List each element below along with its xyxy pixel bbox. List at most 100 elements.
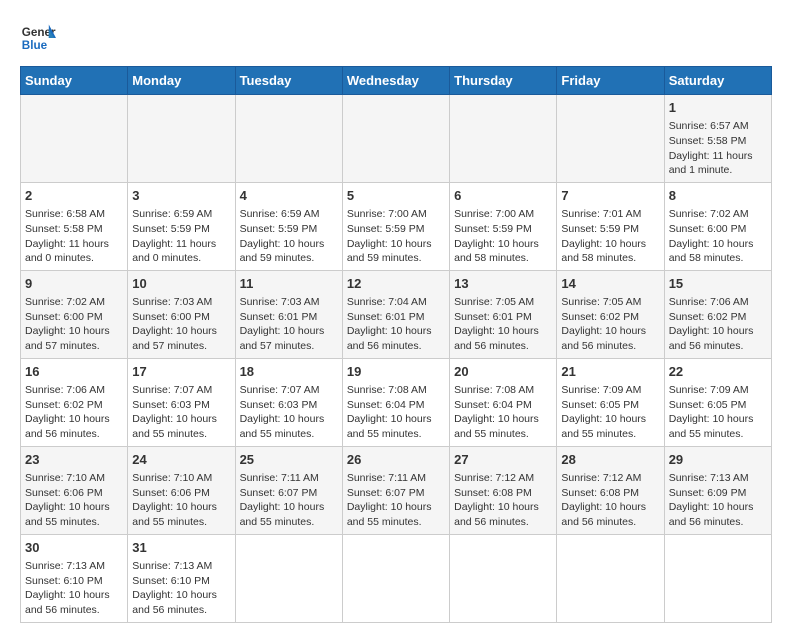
day-info: Sunrise: 7:08 AMSunset: 6:04 PMDaylight:…: [347, 383, 445, 442]
day-info: Sunrise: 7:03 AMSunset: 6:00 PMDaylight:…: [132, 295, 230, 354]
calendar-cell: [450, 95, 557, 183]
calendar-cell: 6 Sunrise: 7:00 AMSunset: 5:59 PMDaylight…: [450, 182, 557, 270]
calendar-cell: [450, 534, 557, 622]
day-number: 1: [669, 99, 767, 117]
calendar-week-3: 9Sunrise: 7:02 AMSunset: 6:00 PMDaylight…: [21, 270, 772, 358]
day-number: 31: [132, 539, 230, 557]
day-number: 10: [132, 275, 230, 293]
col-thursday: Thursday: [450, 67, 557, 95]
calendar-cell: 26Sunrise: 7:11 AMSunset: 6:07 PMDayligh…: [342, 446, 449, 534]
col-tuesday: Tuesday: [235, 67, 342, 95]
calendar-cell: 16Sunrise: 7:06 AMSunset: 6:02 PMDayligh…: [21, 358, 128, 446]
calendar-cell: [128, 95, 235, 183]
day-info: Sunrise: 6:59 AMSunset: 5:59 PMDaylight:…: [240, 207, 338, 266]
day-number: 2: [25, 187, 123, 205]
header: General Blue: [20, 20, 772, 56]
day-info: Sunrise: 7:13 AMSunset: 6:09 PMDaylight:…: [669, 471, 767, 530]
day-info: Sunrise: 7:00 AMSunset: 5:59 PMDaylight:…: [454, 207, 552, 266]
calendar-cell: 29 Sunrise: 7:13 AMSunset: 6:09 PMDayligh…: [664, 446, 771, 534]
day-number: 24: [132, 451, 230, 469]
day-number: 17: [132, 363, 230, 381]
day-number: 13: [454, 275, 552, 293]
day-info: Sunrise: 7:04 AMSunset: 6:01 PMDaylight:…: [347, 295, 445, 354]
day-info: Sunrise: 7:11 AMSunset: 6:07 PMDaylight:…: [347, 471, 445, 530]
day-info: Sunrise: 7:01 AMSunset: 5:59 PMDaylight:…: [561, 207, 659, 266]
day-number: 7: [561, 187, 659, 205]
day-number: 11: [240, 275, 338, 293]
calendar-cell: 2Sunrise: 6:58 AMSunset: 5:58 PMDaylight…: [21, 182, 128, 270]
calendar-cell: 7 Sunrise: 7:01 AMSunset: 5:59 PMDaylight…: [557, 182, 664, 270]
day-info: Sunrise: 6:57 AMSunset: 5:58 PMDaylight:…: [669, 119, 767, 178]
day-info: Sunrise: 7:13 AMSunset: 6:10 PMDaylight:…: [25, 559, 123, 618]
day-number: 12: [347, 275, 445, 293]
calendar-cell: 21 Sunrise: 7:09 AMSunset: 6:05 PMDayligh…: [557, 358, 664, 446]
day-info: Sunrise: 7:06 AMSunset: 6:02 PMDaylight:…: [25, 383, 123, 442]
day-info: Sunrise: 7:12 AMSunset: 6:08 PMDaylight:…: [561, 471, 659, 530]
calendar-cell: 13 Sunrise: 7:05 AMSunset: 6:01 PMDayligh…: [450, 270, 557, 358]
col-monday: Monday: [128, 67, 235, 95]
calendar-cell: [557, 95, 664, 183]
day-number: 5: [347, 187, 445, 205]
calendar-table: Sunday Monday Tuesday Wednesday Thursday…: [20, 66, 772, 623]
day-number: 18: [240, 363, 338, 381]
col-friday: Friday: [557, 67, 664, 95]
day-info: Sunrise: 7:09 AMSunset: 6:05 PMDaylight:…: [669, 383, 767, 442]
calendar-cell: [235, 534, 342, 622]
header-row: Sunday Monday Tuesday Wednesday Thursday…: [21, 67, 772, 95]
day-number: 22: [669, 363, 767, 381]
calendar-cell: 11 Sunrise: 7:03 AMSunset: 6:01 PMDayligh…: [235, 270, 342, 358]
day-info: Sunrise: 7:13 AMSunset: 6:10 PMDaylight:…: [132, 559, 230, 618]
calendar-cell: 22 Sunrise: 7:09 AMSunset: 6:05 PMDayligh…: [664, 358, 771, 446]
day-number: 19: [347, 363, 445, 381]
calendar-cell: 25Sunrise: 7:11 AMSunset: 6:07 PMDayligh…: [235, 446, 342, 534]
day-info: Sunrise: 7:11 AMSunset: 6:07 PMDaylight:…: [240, 471, 338, 530]
calendar-cell: [557, 534, 664, 622]
day-info: Sunrise: 7:05 AMSunset: 6:01 PMDaylight:…: [454, 295, 552, 354]
day-number: 21: [561, 363, 659, 381]
day-info: Sunrise: 7:07 AMSunset: 6:03 PMDaylight:…: [240, 383, 338, 442]
day-info: Sunrise: 7:12 AMSunset: 6:08 PMDaylight:…: [454, 471, 552, 530]
day-number: 14: [561, 275, 659, 293]
day-number: 23: [25, 451, 123, 469]
calendar-cell: 5 Sunrise: 7:00 AMSunset: 5:59 PMDaylight…: [342, 182, 449, 270]
day-info: Sunrise: 7:03 AMSunset: 6:01 PMDaylight:…: [240, 295, 338, 354]
day-info: Sunrise: 7:08 AMSunset: 6:04 PMDaylight:…: [454, 383, 552, 442]
day-number: 29: [669, 451, 767, 469]
calendar-week-2: 2Sunrise: 6:58 AMSunset: 5:58 PMDaylight…: [21, 182, 772, 270]
calendar-cell: 27 Sunrise: 7:12 AMSunset: 6:08 PMDayligh…: [450, 446, 557, 534]
day-info: Sunrise: 7:07 AMSunset: 6:03 PMDaylight:…: [132, 383, 230, 442]
day-number: 20: [454, 363, 552, 381]
calendar-cell: 14 Sunrise: 7:05 AMSunset: 6:02 PMDayligh…: [557, 270, 664, 358]
col-wednesday: Wednesday: [342, 67, 449, 95]
logo-icon: General Blue: [20, 20, 56, 56]
calendar-cell: 10 Sunrise: 7:03 AMSunset: 6:00 PMDayligh…: [128, 270, 235, 358]
day-number: 27: [454, 451, 552, 469]
day-info: Sunrise: 7:02 AMSunset: 6:00 PMDaylight:…: [669, 207, 767, 266]
day-number: 28: [561, 451, 659, 469]
day-info: Sunrise: 7:09 AMSunset: 6:05 PMDaylight:…: [561, 383, 659, 442]
day-info: Sunrise: 6:59 AMSunset: 5:59 PMDaylight:…: [132, 207, 230, 266]
calendar-cell: 12 Sunrise: 7:04 AMSunset: 6:01 PMDayligh…: [342, 270, 449, 358]
day-info: Sunrise: 7:00 AMSunset: 5:59 PMDaylight:…: [347, 207, 445, 266]
day-number: 15: [669, 275, 767, 293]
calendar-cell: 4Sunrise: 6:59 AMSunset: 5:59 PMDaylight…: [235, 182, 342, 270]
day-number: 30: [25, 539, 123, 557]
calendar-cell: 30 Sunrise: 7:13 AMSunset: 6:10 PMDayligh…: [21, 534, 128, 622]
calendar-week-6: 30 Sunrise: 7:13 AMSunset: 6:10 PMDayligh…: [21, 534, 772, 622]
calendar-cell: 17 Sunrise: 7:07 AMSunset: 6:03 PMDayligh…: [128, 358, 235, 446]
calendar-cell: 28 Sunrise: 7:12 AMSunset: 6:08 PMDayligh…: [557, 446, 664, 534]
day-number: 3: [132, 187, 230, 205]
day-info: Sunrise: 7:05 AMSunset: 6:02 PMDaylight:…: [561, 295, 659, 354]
calendar-cell: [664, 534, 771, 622]
day-number: 8: [669, 187, 767, 205]
calendar-cell: 23Sunrise: 7:10 AMSunset: 6:06 PMDayligh…: [21, 446, 128, 534]
calendar-cell: [235, 95, 342, 183]
calendar-cell: 20 Sunrise: 7:08 AMSunset: 6:04 PMDayligh…: [450, 358, 557, 446]
calendar-cell: 9Sunrise: 7:02 AMSunset: 6:00 PMDaylight…: [21, 270, 128, 358]
day-number: 6: [454, 187, 552, 205]
calendar-cell: 19 Sunrise: 7:08 AMSunset: 6:04 PMDayligh…: [342, 358, 449, 446]
calendar-cell: [21, 95, 128, 183]
calendar-cell: [342, 95, 449, 183]
calendar-week-4: 16Sunrise: 7:06 AMSunset: 6:02 PMDayligh…: [21, 358, 772, 446]
calendar-cell: 24Sunrise: 7:10 AMSunset: 6:06 PMDayligh…: [128, 446, 235, 534]
